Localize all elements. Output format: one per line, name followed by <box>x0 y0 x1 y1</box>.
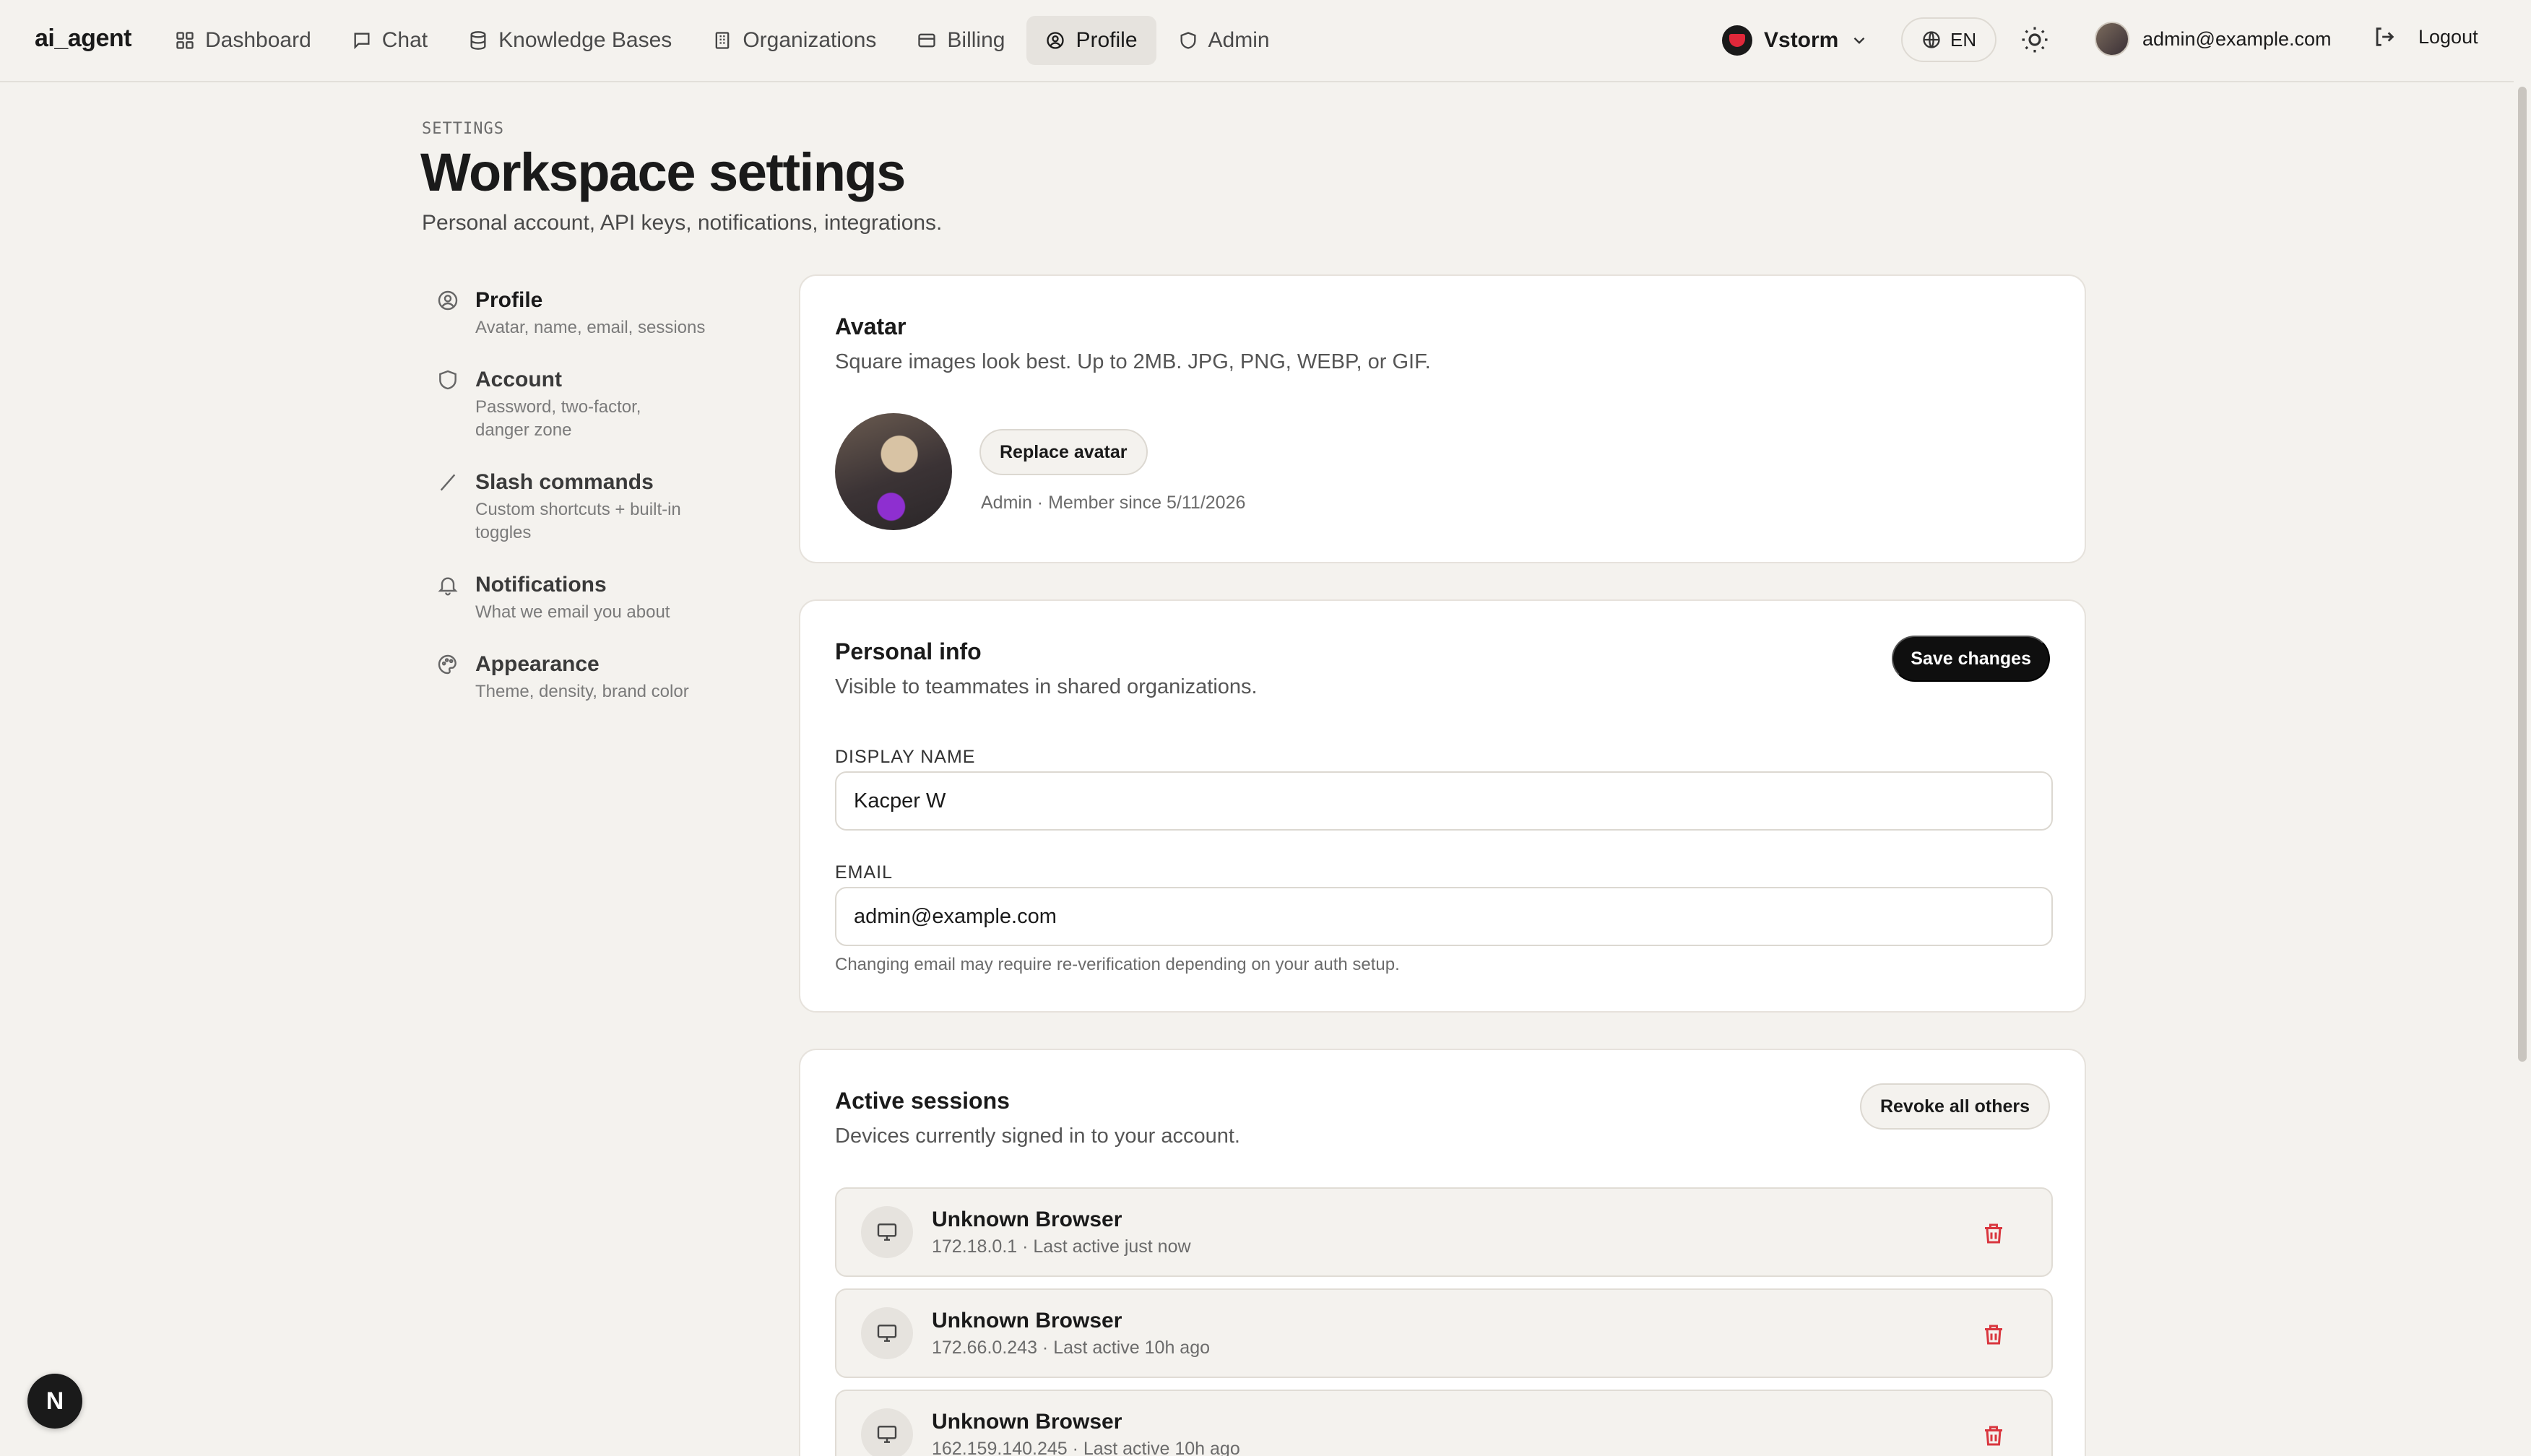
settings-nav-title: Notifications <box>475 573 607 597</box>
nav-item-organizations[interactable]: Organizations <box>693 16 895 65</box>
nav-item-label: Dashboard <box>205 28 311 52</box>
avatar <box>835 413 952 530</box>
nav-item-dashboard[interactable]: Dashboard <box>156 16 330 65</box>
monitor-icon <box>861 1206 913 1258</box>
org-logo-icon <box>1722 25 1752 56</box>
user-circle-icon <box>436 289 459 312</box>
nav-item-knowledge-bases[interactable]: Knowledge Bases <box>449 16 691 65</box>
nav-item-profile[interactable]: Profile <box>1026 16 1156 65</box>
card-subtitle: Square images look best. Up to 2MB. JPG,… <box>835 350 1431 373</box>
logout-button[interactable]: Logout <box>2372 25 2478 49</box>
page-title: Workspace settings <box>420 142 906 202</box>
nav-item-label: Chat <box>381 28 428 52</box>
settings-nav-desc: What we email you about <box>475 602 670 622</box>
trash-icon[interactable] <box>1981 1322 2007 1348</box>
settings-nav-desc: Theme, density, brand color <box>475 682 689 701</box>
user-email: admin@example.com <box>2142 27 2332 50</box>
nav-item-label: Organizations <box>743 28 877 52</box>
active-sessions-card: Active sessions Devices currently signed… <box>799 1049 2086 1456</box>
settings-nav-desc: Avatar, name, email, sessions <box>475 318 706 337</box>
session-browser: Unknown Browser <box>932 1308 1122 1332</box>
session-meta: 162.159.140.245 · Last active 10h ago <box>932 1438 1240 1456</box>
theme-toggle[interactable] <box>2020 25 2050 55</box>
display-name-field[interactable]: Kacper W <box>835 771 2053 831</box>
member-since-text: Admin · Member since 5/11/2026 <box>981 493 1246 513</box>
session-meta: 172.18.0.1 · Last active just now <box>932 1236 1191 1257</box>
globe-icon <box>1921 30 1942 50</box>
settings-nav-account[interactable]: Account Password, two-factor, danger zon… <box>436 365 740 442</box>
brand-logo[interactable]: ai_agent <box>35 25 131 53</box>
page-subtitle: Personal account, API keys, notification… <box>422 211 943 235</box>
settings-nav-slash-commands[interactable]: Slash commands Custom shortcuts + built-… <box>436 468 740 545</box>
settings-nav-desc: Custom shortcuts + built-in toggles <box>475 500 681 542</box>
session-row: Unknown Browser 172.66.0.243 · Last acti… <box>835 1288 2053 1378</box>
language-label: EN <box>1950 28 1977 51</box>
org-switcher[interactable]: Vstorm <box>1722 16 1869 65</box>
session-row: Unknown Browser 172.18.0.1 · Last active… <box>835 1187 2053 1277</box>
bell-icon <box>436 573 459 597</box>
session-row: Unknown Browser 162.159.140.245 · Last a… <box>835 1390 2053 1456</box>
avatar <box>2095 22 2129 56</box>
nav-item-label: Knowledge Bases <box>498 28 672 52</box>
settings-nav-title: Slash commands <box>475 470 654 494</box>
logout-label: Logout <box>2418 25 2478 48</box>
top-navigation: ai_agent Dashboard Chat Knowledge Bases … <box>0 0 2514 82</box>
card-icon <box>917 30 937 51</box>
nav-item-billing[interactable]: Billing <box>898 16 1024 65</box>
shield-icon <box>1178 30 1198 51</box>
shield-icon <box>436 368 459 391</box>
user-circle-icon <box>1045 30 1065 51</box>
trash-icon[interactable] <box>1981 1221 2007 1247</box>
session-browser: Unknown Browser <box>932 1409 1122 1434</box>
session-browser: Unknown Browser <box>932 1207 1122 1231</box>
nextjs-badge[interactable]: N <box>27 1374 82 1429</box>
palette-icon <box>436 653 459 676</box>
nav-item-label: Profile <box>1076 28 1138 52</box>
nav-item-chat[interactable]: Chat <box>333 16 446 65</box>
settings-nav-notifications[interactable]: Notifications What we email you about <box>436 571 740 624</box>
settings-nav-title: Profile <box>475 288 543 312</box>
email-hint: Changing email may require re-verificati… <box>835 955 1400 974</box>
nav-item-label: Billing <box>947 28 1005 52</box>
scrollbar[interactable] <box>2514 82 2531 1456</box>
settings-nav-profile[interactable]: Profile Avatar, name, email, sessions <box>436 286 740 339</box>
main-nav: Dashboard Chat Knowledge Bases Organizat… <box>156 16 1289 65</box>
revoke-all-others-button[interactable]: Revoke all others <box>1859 1083 2050 1130</box>
card-title: Avatar <box>835 313 907 339</box>
trash-icon[interactable] <box>1981 1423 2007 1449</box>
avatar-card: Avatar Square images look best. Up to 2M… <box>799 274 2086 563</box>
org-name: Vstorm <box>1764 28 1839 52</box>
personal-info-card: Personal info Visible to teammates in sh… <box>799 599 2086 1013</box>
display-name-label: DISPLAY NAME <box>835 747 976 767</box>
card-subtitle: Visible to teammates in shared organizat… <box>835 675 1258 698</box>
user-menu[interactable]: admin@example.com <box>2095 22 2332 56</box>
monitor-icon <box>861 1408 913 1456</box>
chat-icon <box>352 30 372 51</box>
settings-nav-title: Account <box>475 368 562 391</box>
language-switcher[interactable]: EN <box>1901 17 1997 62</box>
nav-item-label: Admin <box>1208 28 1270 52</box>
nav-item-admin[interactable]: Admin <box>1159 16 1289 65</box>
settings-sidebar: Profile Avatar, name, email, sessions Ac… <box>436 286 740 729</box>
card-title: Personal info <box>835 638 982 664</box>
building-icon <box>712 30 732 51</box>
settings-nav-title: Appearance <box>475 652 600 676</box>
page-eyebrow: SETTINGS <box>422 120 504 138</box>
chevron-down-icon <box>1850 31 1869 50</box>
database-icon <box>468 30 488 51</box>
slash-icon <box>436 471 459 494</box>
session-meta: 172.66.0.243 · Last active 10h ago <box>932 1337 1211 1358</box>
monitor-icon <box>861 1307 913 1359</box>
email-field[interactable]: admin@example.com <box>835 887 2053 946</box>
card-subtitle: Devices currently signed in to your acco… <box>835 1124 1240 1148</box>
sun-icon <box>2020 25 2050 55</box>
settings-nav-appearance[interactable]: Appearance Theme, density, brand color <box>436 650 740 703</box>
email-label: EMAIL <box>835 862 894 883</box>
grid-icon <box>175 30 195 51</box>
logout-icon <box>2372 25 2397 49</box>
settings-nav-desc: Password, two-factor, danger zone <box>475 397 641 440</box>
scroll-thumb[interactable] <box>2518 87 2527 1062</box>
replace-avatar-button[interactable]: Replace avatar <box>979 429 1148 475</box>
save-changes-button[interactable]: Save changes <box>1892 636 2050 682</box>
